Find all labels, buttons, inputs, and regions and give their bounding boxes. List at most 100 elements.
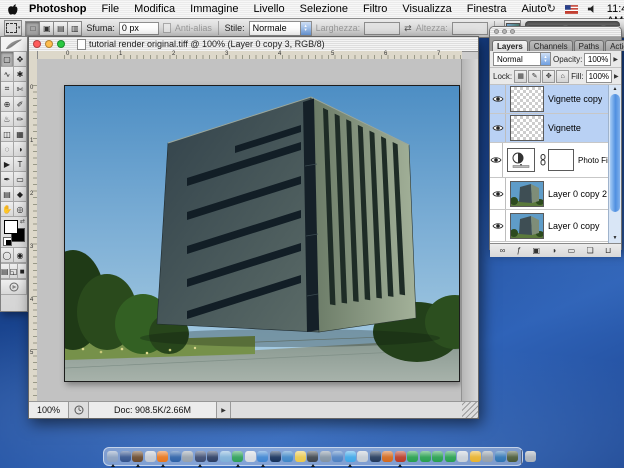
apple-menu-icon[interactable] — [8, 3, 19, 16]
resize-grip[interactable] — [462, 402, 478, 418]
tool-rectangular-marquee-icon[interactable]: ▢ — [1, 52, 14, 67]
imageready-icon[interactable] — [1, 280, 27, 295]
layer-name[interactable]: Vignette — [548, 123, 581, 133]
tool-blur-icon[interactable]: ◌ — [1, 142, 14, 157]
quick-mask-mode-icon[interactable]: ◉ — [14, 248, 27, 263]
new-selection-icon[interactable]: □ — [25, 21, 40, 36]
style-dropdown[interactable]: Normale ▲▼ — [249, 21, 312, 36]
standard-mode-icon[interactable]: ◯ — [1, 248, 14, 263]
menu-livello[interactable]: Livello — [253, 3, 284, 15]
visibility-eye-icon[interactable] — [490, 114, 506, 142]
mask-link-icon[interactable] — [540, 154, 546, 166]
intersect-selection-icon[interactable]: ▥ — [67, 21, 82, 36]
zoom-level-field[interactable]: 100% — [29, 402, 69, 418]
tool-crop-icon[interactable]: ⌗ — [1, 82, 14, 97]
width-input[interactable] — [364, 22, 400, 35]
status-menu-arrow-icon[interactable]: ▶ — [217, 402, 231, 418]
tab-paths[interactable]: Paths — [574, 40, 604, 51]
dock-app-icon[interactable] — [257, 451, 268, 462]
fullscreen-menubar-icon[interactable]: ◱ — [10, 264, 19, 279]
tool-zoom-icon[interactable]: ◎ — [14, 202, 27, 217]
menu-finestra[interactable]: Finestra — [467, 3, 507, 15]
dock-app-icon[interactable] — [295, 451, 306, 462]
dock-app-icon[interactable] — [345, 451, 356, 462]
tab-actions[interactable]: Actions — [605, 40, 624, 51]
dock-app-icon[interactable] — [120, 451, 131, 462]
antialias-checkbox[interactable] — [163, 23, 171, 33]
dock-app-icon[interactable] — [232, 451, 243, 462]
dock-app-icon[interactable] — [382, 451, 393, 462]
doc-size-readout[interactable]: Doc: 908.5K/2.66M — [89, 402, 217, 418]
volume-icon[interactable] — [587, 4, 598, 14]
dock-app-icon[interactable] — [482, 451, 493, 462]
menu-aiuto[interactable]: Aiuto — [521, 3, 546, 15]
lock-transparency-icon[interactable]: ▦ — [514, 70, 527, 83]
link-layers-icon[interactable]: ∞ — [500, 247, 506, 255]
feather-input[interactable]: 0 px — [119, 22, 159, 35]
tab-channels[interactable]: Channels — [529, 40, 573, 51]
tool-gradient-icon[interactable]: ▦ — [14, 127, 27, 142]
palette-close-button[interactable] — [494, 29, 499, 34]
trash-icon[interactable] — [525, 451, 536, 462]
dock-app-icon[interactable] — [457, 451, 468, 462]
subtract-selection-icon[interactable]: ▤ — [53, 21, 68, 36]
scroll-up-icon[interactable]: ▲ — [609, 87, 621, 92]
menu-filtro[interactable]: Filtro — [363, 3, 387, 15]
dock-app-icon[interactable] — [245, 451, 256, 462]
tool-slice-icon[interactable]: ✄ — [14, 82, 27, 97]
sync-icon[interactable]: ↻ — [547, 4, 556, 15]
layer-mask-thumbnail[interactable] — [548, 149, 574, 171]
dock-app-icon[interactable] — [220, 451, 231, 462]
dock-app-icon[interactable] — [132, 451, 143, 462]
canvas-area[interactable] — [37, 59, 462, 402]
dock-app-icon[interactable] — [395, 451, 406, 462]
layer-row[interactable]: Vignette copy — [490, 85, 621, 114]
menu-visualizza[interactable]: Visualizza — [402, 3, 451, 15]
opacity-field[interactable]: 100% — [584, 53, 611, 66]
menu-photoshop[interactable]: Photoshop — [29, 3, 86, 15]
tool-type-icon[interactable]: T — [14, 157, 27, 172]
zoom-button[interactable] — [57, 40, 65, 48]
tool-hand-icon[interactable]: ✋ — [1, 202, 14, 217]
lock-all-icon[interactable]: ⌂ — [556, 70, 569, 83]
layer-row[interactable]: Layer 0 copy — [490, 210, 621, 242]
adjustment-layer-thumbnail[interactable] — [507, 148, 535, 172]
tool-path-selection-icon[interactable]: ▶ — [1, 157, 14, 172]
dock-app-icon[interactable] — [282, 451, 293, 462]
dock-app-icon[interactable] — [145, 451, 156, 462]
dock-app-icon[interactable] — [195, 451, 206, 462]
dock-app-icon[interactable] — [432, 451, 443, 462]
new-layer-icon[interactable]: ❏ — [587, 247, 594, 255]
dock-app-icon[interactable] — [507, 451, 518, 462]
scrollbar-thumb[interactable] — [610, 94, 620, 212]
dock-app-icon[interactable] — [207, 451, 218, 462]
layer-row[interactable]: Photo Filte... — [490, 143, 621, 178]
dock-app-icon[interactable] — [182, 451, 193, 462]
standard-screen-icon[interactable]: ▤ — [1, 264, 10, 279]
tool-pen-icon[interactable]: ✒ — [1, 172, 14, 187]
dock-app-icon[interactable] — [370, 451, 381, 462]
visibility-eye-icon[interactable] — [490, 178, 506, 209]
layer-thumbnail-transparent[interactable] — [510, 86, 544, 112]
layer-name[interactable]: Layer 0 copy — [548, 221, 600, 231]
tool-shape-icon[interactable]: ▭ — [14, 172, 27, 187]
layer-image-thumbnail[interactable] — [510, 181, 544, 207]
tool-eraser-icon[interactable]: ◫ — [1, 127, 14, 142]
lock-pixels-icon[interactable]: ✎ — [528, 70, 541, 83]
palette-zoom-button[interactable] — [510, 29, 515, 34]
swap-dimensions-icon[interactable]: ⇄ — [404, 23, 412, 34]
document-title-bar[interactable]: tutorial render original.tiff @ 100% (La… — [29, 37, 478, 52]
dock-app-icon[interactable] — [420, 451, 431, 462]
height-input[interactable] — [452, 22, 488, 35]
dock-app-icon[interactable] — [157, 451, 168, 462]
dock-app-icon[interactable] — [495, 451, 506, 462]
foreground-color-swatch[interactable] — [4, 220, 18, 234]
dock-app-icon[interactable] — [320, 451, 331, 462]
layer-style-icon[interactable]: ƒ — [517, 247, 521, 255]
tool-dodge-icon[interactable]: ◑ — [14, 142, 27, 157]
tab-layers[interactable]: Layers — [492, 40, 528, 51]
delete-layer-icon[interactable]: ⊔ — [605, 247, 611, 255]
dock-app-icon[interactable] — [445, 451, 456, 462]
layer-name[interactable]: Photo Filte... — [578, 156, 609, 165]
layer-image-thumbnail[interactable] — [510, 213, 544, 239]
